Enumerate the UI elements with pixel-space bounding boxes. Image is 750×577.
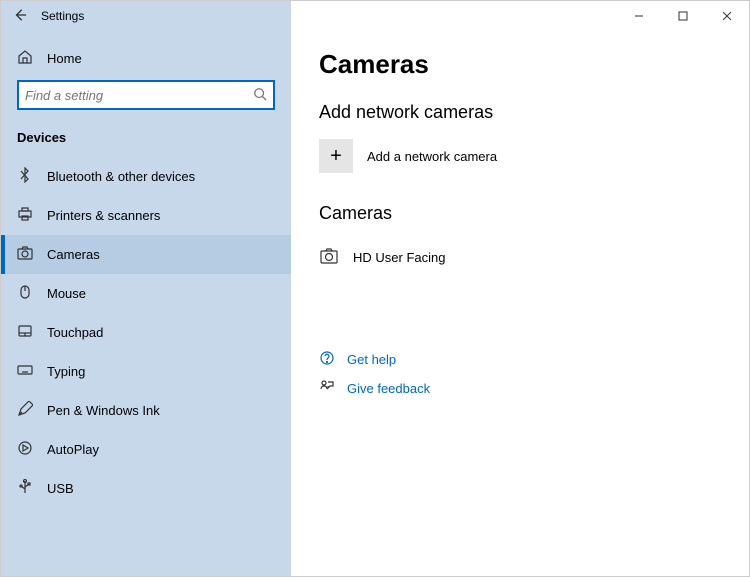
sidebar-item-usb[interactable]: USB [1,469,291,508]
help-icon [319,350,335,369]
search-input[interactable] [25,88,253,103]
sidebar-item-label: USB [47,481,74,496]
give-feedback-row[interactable]: Give feedback [319,374,721,403]
sidebar: Home Devices Bluetooth & other dev [1,31,291,576]
sidebar-item-label: AutoPlay [47,442,99,457]
autoplay-icon [17,440,33,459]
printer-icon [17,206,33,225]
plus-icon: + [319,139,353,173]
sidebar-item-label: Bluetooth & other devices [47,169,195,184]
sidebar-item-mouse[interactable]: Mouse [1,274,291,313]
sidebar-item-bluetooth[interactable]: Bluetooth & other devices [1,157,291,196]
list-section-title: Cameras [319,203,721,224]
camera-icon [319,246,339,269]
give-feedback-link[interactable]: Give feedback [347,381,430,396]
titlebar: Settings [1,1,749,31]
home-label: Home [47,51,82,66]
window-title: Settings [41,9,84,23]
titlebar-left: Settings [1,1,291,31]
page-title: Cameras [319,49,721,80]
sidebar-item-label: Mouse [47,286,86,301]
add-section-title: Add network cameras [319,102,721,123]
device-name: HD User Facing [353,250,445,265]
help-section: Get help Give feedback [319,345,721,403]
sidebar-item-printers[interactable]: Printers & scanners [1,196,291,235]
pen-icon [17,401,33,420]
settings-window: Settings Home [0,0,750,577]
sidebar-item-label: Touchpad [47,325,103,340]
sidebar-item-touchpad[interactable]: Touchpad [1,313,291,352]
get-help-link[interactable]: Get help [347,352,396,367]
search-box[interactable] [17,80,275,110]
sidebar-item-cameras[interactable]: Cameras [1,235,291,274]
sidebar-section-label: Devices [1,124,291,157]
close-button[interactable] [705,1,749,31]
keyboard-icon [17,362,33,381]
search-icon [253,87,267,104]
bluetooth-icon [17,167,33,186]
sidebar-item-label: Typing [47,364,85,379]
add-network-camera-button[interactable]: + Add a network camera [319,139,721,173]
sidebar-item-autoplay[interactable]: AutoPlay [1,430,291,469]
search-wrap [1,80,291,124]
usb-icon [17,479,33,498]
get-help-row[interactable]: Get help [319,345,721,374]
add-button-label: Add a network camera [367,149,497,164]
camera-icon [17,245,33,264]
camera-device-item[interactable]: HD User Facing [319,240,721,275]
sidebar-item-typing[interactable]: Typing [1,352,291,391]
sidebar-item-pen[interactable]: Pen & Windows Ink [1,391,291,430]
window-body: Home Devices Bluetooth & other dev [1,31,749,576]
main-content: Cameras Add network cameras + Add a netw… [291,31,749,576]
maximize-button[interactable] [661,1,705,31]
back-icon[interactable] [13,8,27,25]
window-controls [617,1,749,31]
home-button[interactable]: Home [1,41,291,80]
sidebar-item-label: Cameras [47,247,100,262]
sidebar-item-label: Pen & Windows Ink [47,403,160,418]
home-icon [17,49,33,68]
minimize-button[interactable] [617,1,661,31]
mouse-icon [17,284,33,303]
touchpad-icon [17,323,33,342]
sidebar-item-label: Printers & scanners [47,208,160,223]
feedback-icon [319,379,335,398]
